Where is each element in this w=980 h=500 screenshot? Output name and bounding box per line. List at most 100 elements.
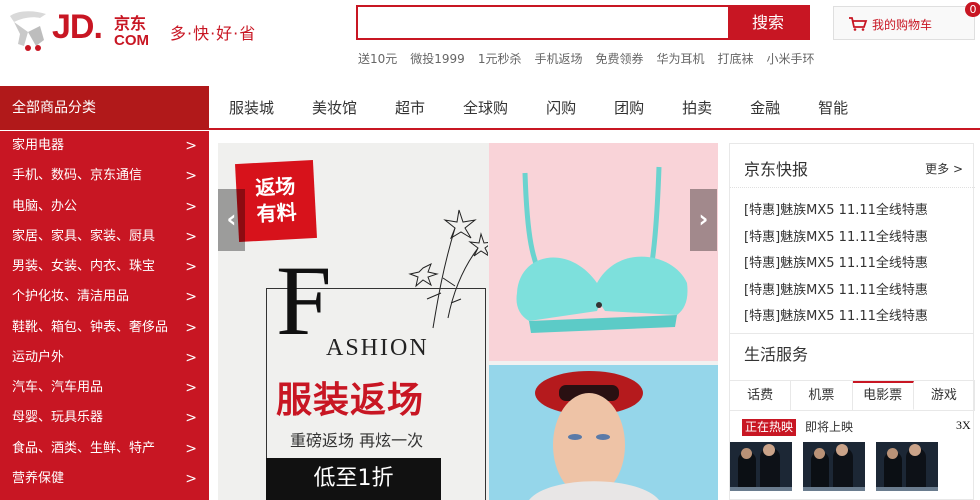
- hotword-link[interactable]: 1元秒杀: [478, 52, 522, 66]
- banner-title: 服装返场: [276, 379, 425, 421]
- all-categories-title[interactable]: 全部商品分类: [0, 86, 209, 130]
- news-more-link[interactable]: 更多 >: [925, 160, 963, 177]
- category-item[interactable]: 手机、数码、京东通信 >: [0, 161, 209, 191]
- chevron-right-icon: >: [185, 410, 197, 427]
- category-item[interactable]: 母婴、玩具乐器 >: [0, 403, 209, 433]
- bra-illustration: [516, 166, 688, 333]
- channel-nav: 服装城 美妆馆 超市 全球购 闪购 团购 拍卖 金融 智能: [210, 86, 867, 130]
- category-item[interactable]: 个护化妆、清洁用品 >: [0, 282, 209, 312]
- hotword-link[interactable]: 送10元: [358, 52, 397, 66]
- service-tab[interactable]: 机票: [791, 381, 853, 410]
- hotword-link[interactable]: 免费领券: [595, 52, 643, 66]
- news-item[interactable]: [特惠]魅族MX5 11.11全线特惠: [744, 251, 928, 278]
- right-column: 京东快报 更多 > [特惠]魅族MX5 11.11全线特惠 [特惠]魅族MX5 1…: [729, 143, 980, 500]
- search-button[interactable]: 搜索: [728, 7, 808, 38]
- promo-banner[interactable]: 返场 有料 F ASHION 服装返场 重磅返场 再炫一次 低至1折: [218, 143, 718, 500]
- category-label: 个护化妆、清洁用品: [12, 289, 130, 305]
- nav-item[interactable]: 超市: [376, 86, 444, 130]
- banner-fashion-panel: 返场 有料 F ASHION 服装返场 重磅返场 再炫一次 低至1折: [218, 143, 489, 500]
- category-label: 运动户外: [12, 349, 65, 365]
- cart-label: 我的购物车: [872, 18, 933, 32]
- nav-item[interactable]: 美妆馆: [293, 86, 376, 130]
- banner-badge-line2: 有料: [256, 199, 298, 227]
- model-illustration: [489, 365, 718, 500]
- news-title: 京东快报: [744, 160, 809, 179]
- chevron-right-icon: >: [185, 138, 197, 154]
- news-item[interactable]: [特惠]魅族MX5 11.11全线特惠: [744, 278, 928, 305]
- movie-poster[interactable]: [803, 442, 865, 491]
- news-panel: 京东快报 更多 > [特惠]魅族MX5 11.11全线特惠 [特惠]魅族MX5 1…: [729, 143, 975, 333]
- category-label: 食品、酒类、生鲜、特产: [12, 440, 156, 456]
- extra-label: 3X: [956, 418, 971, 432]
- category-sidebar: 家用电器 > 手机、数码、京东通信 > 电脑、办公 > 家居、家具、家装、厨具 > 男装、女装、…: [0, 131, 209, 500]
- life-services-panel: 生活服务 话费 机票 电影票 游戏 正在热映 即将上映 3X: [729, 333, 975, 500]
- category-label: 手机、数码、京东通信: [12, 168, 143, 184]
- hotword-link[interactable]: 小米手环: [767, 52, 815, 66]
- logo-cn-text: 京东: [114, 14, 147, 33]
- category-item[interactable]: 营养保健 >: [0, 464, 209, 494]
- banner-next-arrow[interactable]: ›: [690, 189, 717, 251]
- search-input[interactable]: [358, 7, 730, 38]
- category-item[interactable]: 运动户外 >: [0, 343, 209, 373]
- news-item[interactable]: [特惠]魅族MX5 11.11全线特惠: [744, 225, 928, 252]
- nav-item[interactable]: 智能: [799, 86, 867, 130]
- category-item[interactable]: 电脑、办公 >: [0, 192, 209, 222]
- category-label: 电脑、办公: [12, 198, 78, 214]
- chevron-right-icon: >: [185, 289, 197, 306]
- logo-slogan: 多·快·好·省: [170, 24, 257, 43]
- services-title: 生活服务: [744, 345, 809, 364]
- news-item[interactable]: [特惠]魅族MX5 11.11全线特惠: [744, 304, 928, 331]
- category-item[interactable]: 汽车、汽车用品 >: [0, 373, 209, 403]
- chevron-right-icon: >: [185, 168, 197, 185]
- jd-logo[interactable]: JD. 京东 COM 多·快·好·省: [4, 6, 274, 52]
- cart-icon: [849, 17, 868, 31]
- cart-button[interactable]: 我的购物车 0: [833, 2, 980, 40]
- banner-badge: 返场 有料: [235, 160, 317, 242]
- nav-item[interactable]: 闪购: [527, 86, 595, 130]
- category-item[interactable]: 男装、女装、内衣、珠宝 >: [0, 252, 209, 282]
- chevron-right-icon: >: [185, 440, 197, 457]
- service-tab[interactable]: 电影票: [852, 381, 914, 410]
- chevron-right-icon: >: [185, 380, 197, 396]
- category-item[interactable]: 家用电器 >: [0, 131, 209, 161]
- coming-soon-tab[interactable]: 即将上映: [805, 419, 853, 436]
- hotword-link[interactable]: 手机返场: [534, 52, 582, 66]
- hot-search-words: 送10元 微投1999 1元秒杀 手机返场 免费领券 华为耳机 打底袜 小米手环: [358, 50, 828, 68]
- category-label: 母婴、玩具乐器: [12, 410, 104, 426]
- nav-item[interactable]: 全球购: [444, 86, 527, 130]
- services-tabs: 话费 机票 电影票 游戏: [730, 380, 975, 411]
- chevron-right-icon: >: [185, 198, 197, 215]
- news-item[interactable]: [特惠]魅族MX5 11.11全线特惠: [744, 198, 928, 225]
- logo-com-text: COM: [114, 32, 149, 49]
- category-label: 家用电器: [12, 138, 65, 153]
- main-navbar: 全部商品分类 服装城 美妆馆 超市 全球购 闪购 团购 拍卖 金融 智能: [0, 86, 980, 130]
- category-item[interactable]: 鞋靴、箱包、钟表、奢侈品 >: [0, 313, 209, 343]
- nav-item[interactable]: 拍卖: [663, 86, 731, 130]
- service-tab[interactable]: 话费: [730, 381, 792, 410]
- chevron-right-icon: >: [185, 470, 197, 487]
- news-list: [特惠]魅族MX5 11.11全线特惠 [特惠]魅族MX5 11.11全线特惠 [特…: [744, 198, 928, 331]
- nav-item[interactable]: 金融: [731, 86, 799, 130]
- chevron-right-icon: >: [185, 228, 197, 245]
- now-showing-tab[interactable]: 正在热映: [742, 419, 797, 436]
- category-item[interactable]: 食品、酒类、生鲜、特产 >: [0, 434, 209, 464]
- logo-jd-text: JD.: [52, 8, 103, 46]
- nav-item[interactable]: 服装城: [210, 86, 293, 130]
- chevron-right-icon: >: [185, 259, 197, 275]
- category-item[interactable]: 家居、家具、家装、厨具 >: [0, 222, 209, 252]
- banner-cta[interactable]: 低至1折: [266, 458, 441, 500]
- banner-prev-arrow[interactable]: ‹: [218, 189, 245, 251]
- movie-poster[interactable]: [876, 442, 938, 491]
- nav-item[interactable]: 团购: [595, 86, 663, 130]
- category-label: 男装、女装、内衣、珠宝: [12, 259, 156, 274]
- category-label: 鞋靴、箱包、钟表、奢侈品: [12, 319, 169, 335]
- movie-poster[interactable]: [730, 442, 792, 491]
- hotword-link[interactable]: 微投1999: [410, 52, 465, 66]
- service-tab[interactable]: 游戏: [914, 381, 975, 410]
- hotword-link[interactable]: 打底袜: [718, 52, 754, 66]
- chevron-right-icon: >: [185, 319, 197, 336]
- hotword-link[interactable]: 华为耳机: [657, 52, 705, 66]
- banner-fashion-word: ASHION: [326, 335, 429, 361]
- cart-count-badge: 0: [965, 2, 980, 17]
- search-bar: 搜索: [356, 5, 810, 40]
